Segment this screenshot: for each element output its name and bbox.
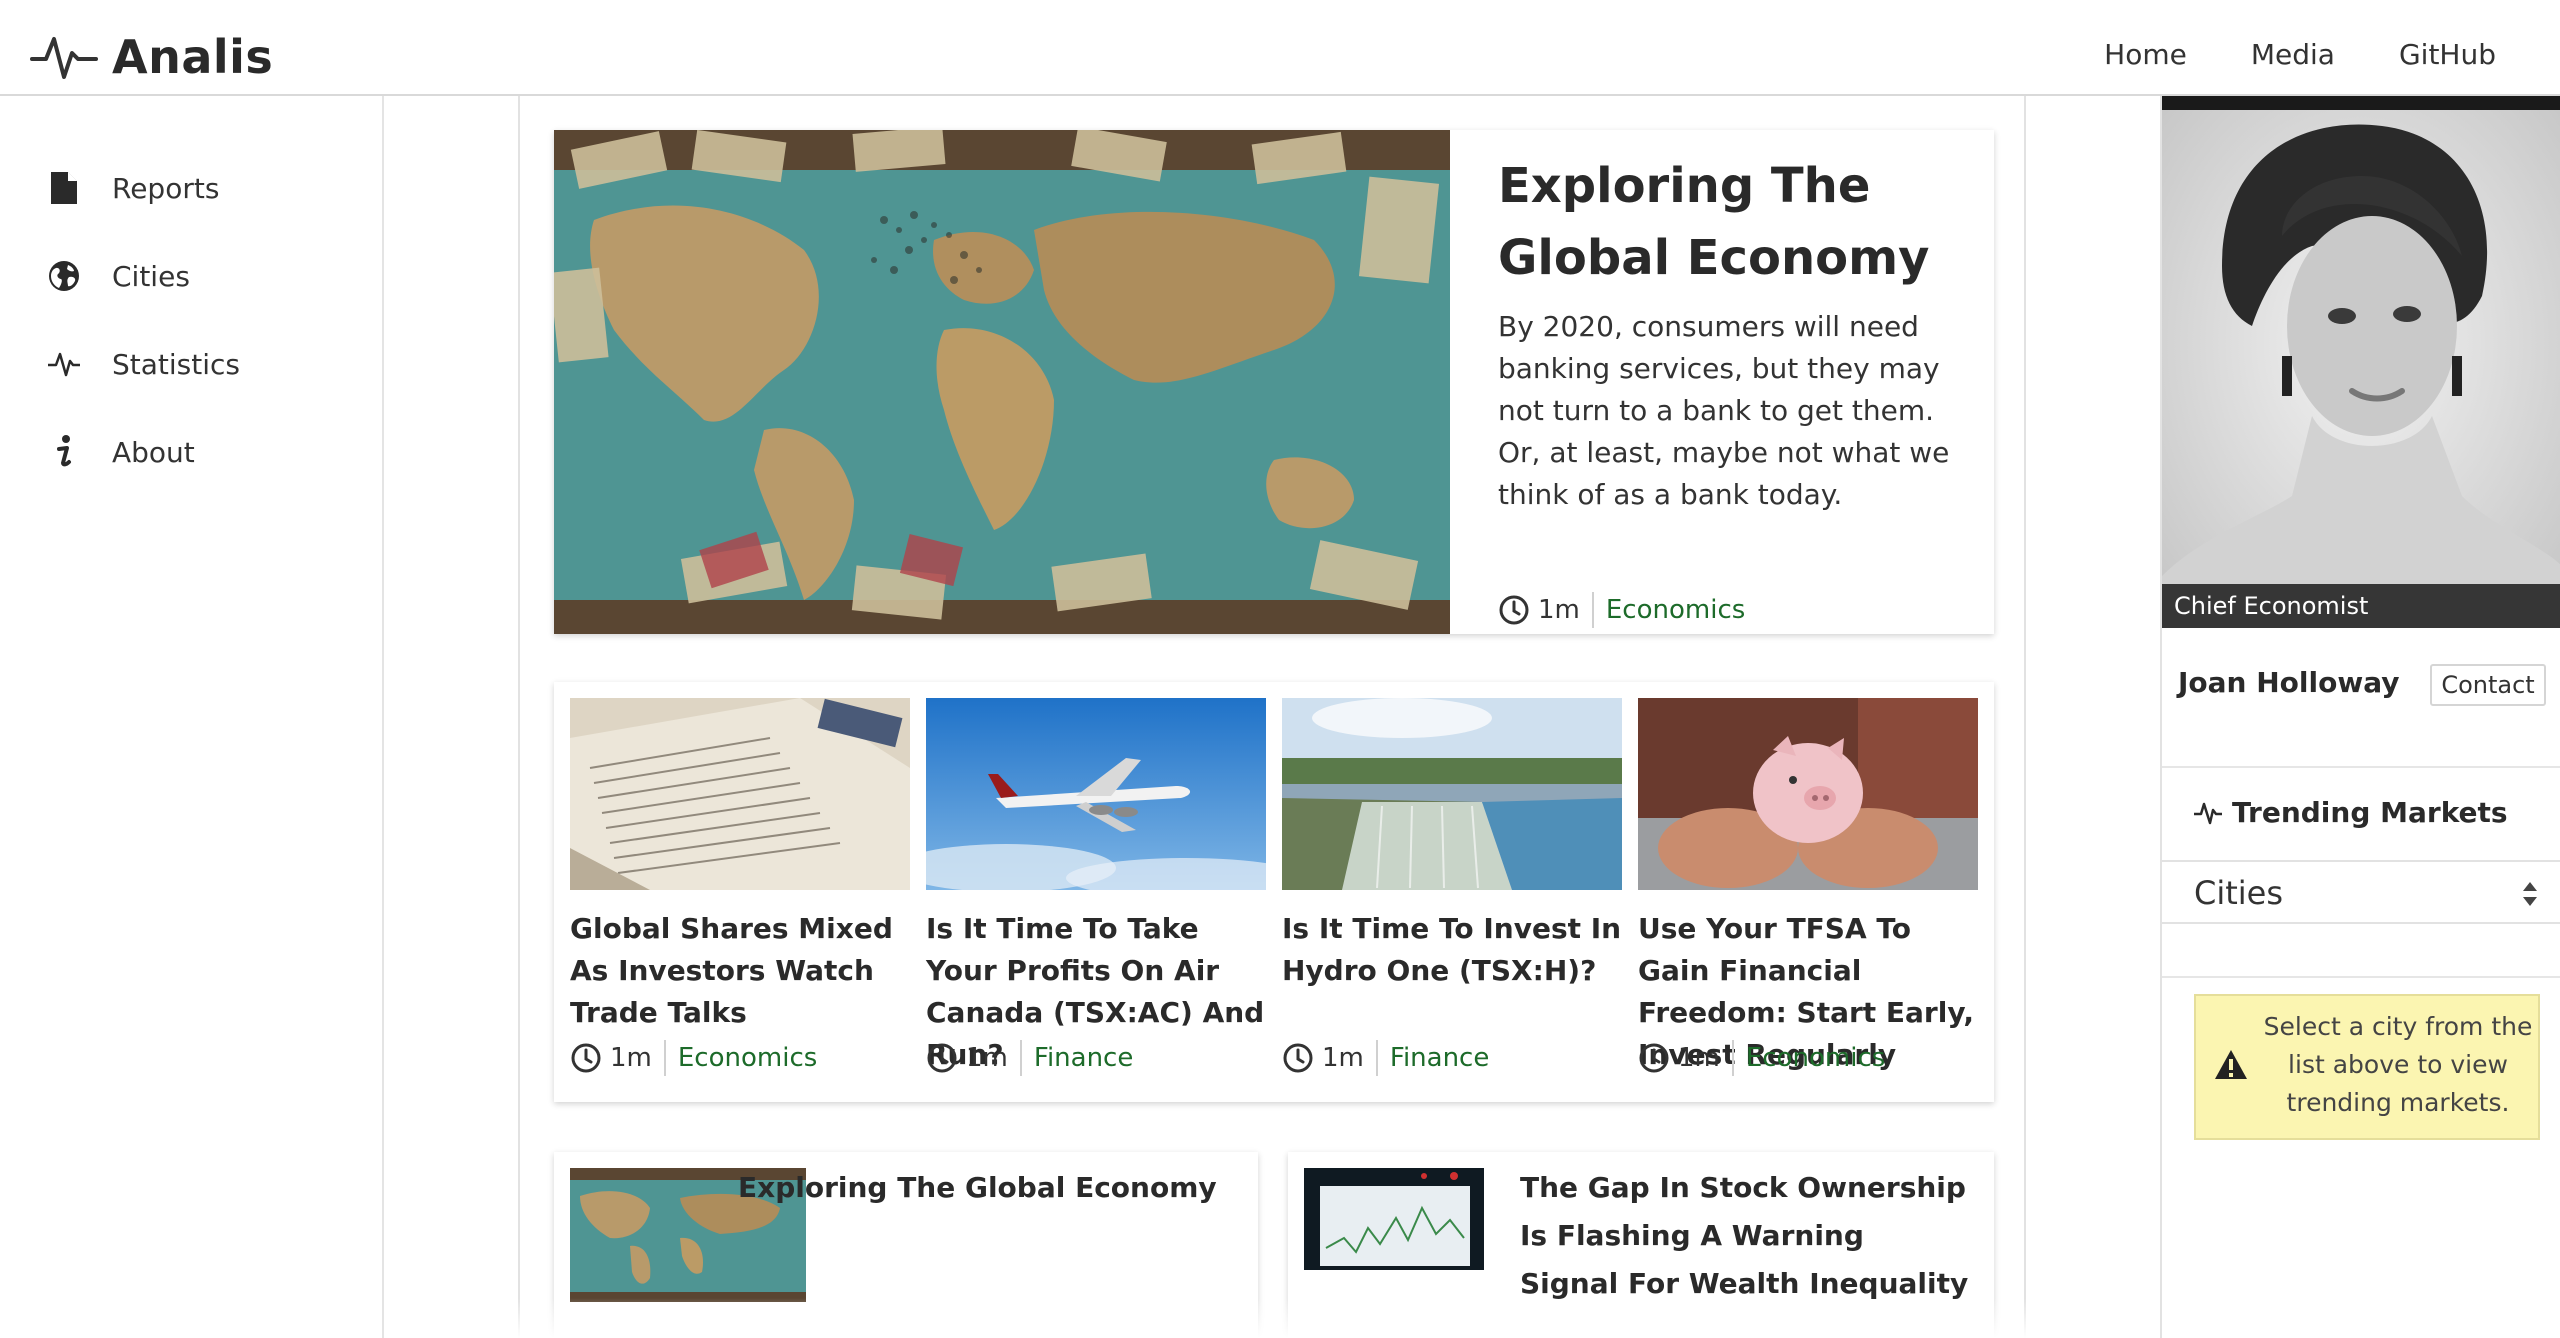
right-panel: Chief Economist Joan Holloway Contact Tr… xyxy=(2160,96,2560,1338)
nav-home-link[interactable]: Home xyxy=(2104,38,2187,71)
divider xyxy=(2162,976,2560,978)
clock-icon xyxy=(1283,1043,1313,1073)
divider xyxy=(1591,592,1594,628)
read-time: 1m xyxy=(610,1043,652,1073)
divider xyxy=(2162,766,2560,768)
pulse-logo-icon xyxy=(30,37,98,79)
read-time: 1m xyxy=(1538,595,1580,625)
pulse-icon xyxy=(44,344,84,384)
article-card[interactable]: Is It Time To Take Your Profits On Air C… xyxy=(926,698,1266,1076)
divider xyxy=(1019,1040,1022,1076)
sidebar-item-label: About xyxy=(112,435,195,469)
article-meta: 1m Finance xyxy=(926,1040,1266,1076)
article-meta: 1m Economics xyxy=(570,1040,910,1076)
nav-github-link[interactable]: GitHub xyxy=(2399,38,2496,71)
article-strip: Global Shares Mixed As Investors Watch T… xyxy=(554,682,1994,1102)
profile-name: Joan Holloway xyxy=(2178,666,2400,699)
category-link[interactable]: Economics xyxy=(1746,1043,1885,1073)
piggy-bank-image[interactable] xyxy=(1638,698,1978,890)
document-icon xyxy=(44,168,84,208)
article-title[interactable]: Is It Time To Invest In Hydro One (TSX:H… xyxy=(1282,908,1622,1034)
pulse-icon xyxy=(2194,802,2222,824)
nav-media-link[interactable]: Media xyxy=(2251,38,2335,71)
globe-icon xyxy=(44,256,84,296)
sidebar-item-about[interactable]: About xyxy=(44,432,195,472)
warning-text: Select a city from the list above to vie… xyxy=(2263,1012,2533,1117)
article-card[interactable]: Global Shares Mixed As Investors Watch T… xyxy=(570,698,910,1076)
market-select[interactable]: Cities xyxy=(2162,860,2560,924)
article-title[interactable]: Exploring The Global Economy xyxy=(738,1164,1218,1212)
app-name: Analis xyxy=(112,30,274,84)
sidebar: Reports Cities Statistics About xyxy=(0,96,384,1338)
divider xyxy=(1375,1040,1378,1076)
warning-message: Select a city from the list above to vie… xyxy=(2194,994,2540,1140)
sidebar-item-label: Statistics xyxy=(112,347,240,381)
clock-icon xyxy=(1499,595,1529,625)
sidebar-item-statistics[interactable]: Statistics xyxy=(44,344,240,384)
category-link[interactable]: Economics xyxy=(1606,595,1745,625)
top-header: Analis Home Media GitHub xyxy=(0,0,2560,96)
clock-icon xyxy=(927,1043,957,1073)
sidebar-item-cities[interactable]: Cities xyxy=(44,256,190,296)
stock-chart-thumbnail[interactable] xyxy=(1304,1168,1484,1270)
read-time: 1m xyxy=(1678,1043,1720,1073)
featured-article-description: By 2020, consumers will need banking ser… xyxy=(1498,310,1950,511)
article-title[interactable]: Use Your TFSA To Gain Financial Freedom:… xyxy=(1638,908,1978,1071)
article-meta: 1m Economics xyxy=(1498,592,1745,628)
warning-icon xyxy=(2215,1050,2247,1079)
clock-icon xyxy=(571,1043,601,1073)
divider xyxy=(663,1040,666,1076)
article-title[interactable]: Is It Time To Take Your Profits On Air C… xyxy=(926,908,1266,1071)
article-meta: 1m Economics xyxy=(1638,1040,1978,1076)
main-content: Exploring The Global Economy By 2020, co… xyxy=(518,96,2026,1338)
airplane-image[interactable] xyxy=(926,698,1266,890)
contact-button[interactable]: Contact xyxy=(2430,664,2546,706)
trending-markets-header: Trending Markets xyxy=(2192,796,2508,829)
sidebar-item-label: Reports xyxy=(112,171,220,205)
info-icon xyxy=(44,432,84,472)
scroll-fade xyxy=(518,1298,2026,1338)
featured-article-card[interactable]: Exploring The Global Economy By 2020, co… xyxy=(554,130,1994,634)
profile-photo xyxy=(2162,96,2560,628)
dam-image[interactable] xyxy=(1282,698,1622,890)
clock-icon xyxy=(1639,1043,1669,1073)
profile-caption: Chief Economist xyxy=(2162,584,2560,628)
select-arrows-icon xyxy=(2523,882,2537,906)
category-link[interactable]: Finance xyxy=(1034,1043,1133,1073)
trending-markets-title: Trending Markets xyxy=(2232,796,2508,829)
article-meta: 1m Finance xyxy=(1282,1040,1622,1076)
read-time: 1m xyxy=(1322,1043,1364,1073)
select-value: Cities xyxy=(2194,874,2284,912)
app-logo[interactable]: Analis xyxy=(30,30,273,84)
divider xyxy=(1731,1040,1734,1076)
article-card[interactable]: Is It Time To Invest In Hydro One (TSX:H… xyxy=(1282,698,1622,1076)
article-card[interactable]: Use Your TFSA To Gain Financial Freedom:… xyxy=(1638,698,1978,1076)
newspaper-image[interactable] xyxy=(570,698,910,890)
top-nav: Home Media GitHub xyxy=(2104,38,2496,71)
article-title[interactable]: Global Shares Mixed As Investors Watch T… xyxy=(570,908,910,1034)
read-time: 1m xyxy=(966,1043,1008,1073)
article-title[interactable]: The Gap In Stock Ownership Is Flashing A… xyxy=(1520,1164,1970,1308)
world-map-image[interactable] xyxy=(554,130,1450,634)
category-link[interactable]: Finance xyxy=(1390,1043,1489,1073)
sidebar-item-label: Cities xyxy=(112,259,190,293)
featured-article-title[interactable]: Exploring The Global Economy xyxy=(1498,150,1958,294)
category-link[interactable]: Economics xyxy=(678,1043,817,1073)
sidebar-item-reports[interactable]: Reports xyxy=(44,168,219,208)
portrait-image xyxy=(2162,96,2560,628)
